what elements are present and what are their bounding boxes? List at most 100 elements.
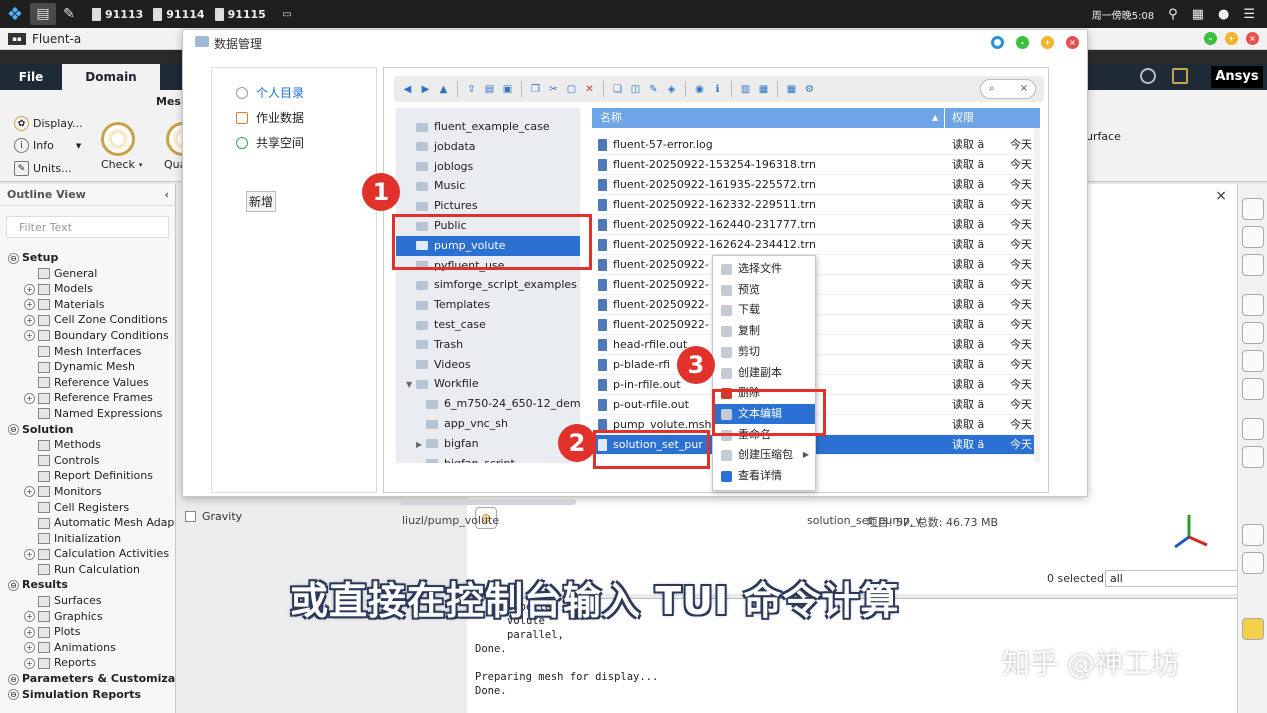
editor-icon[interactable]: ✎ <box>56 3 82 25</box>
surface-button[interactable]: urface <box>1086 130 1121 143</box>
user-icon[interactable]: ● <box>1218 7 1229 22</box>
sort-icon[interactable]: ▲ <box>932 108 938 128</box>
outline-item[interactable]: Controls <box>0 453 176 469</box>
folder-item[interactable]: 6_m750-24_650-12_dem <box>396 394 580 414</box>
column-name[interactable]: 名称 <box>600 108 622 128</box>
outline-item[interactable]: Mesh Interfaces <box>0 344 176 360</box>
copy-view-icon[interactable] <box>1242 524 1264 546</box>
context-menu-item[interactable]: 查看详情 <box>713 466 815 487</box>
outline-section[interactable]: ⊖ Parameters & Customiza <box>0 671 176 687</box>
expand-icon[interactable]: + <box>24 626 35 638</box>
check-button[interactable]: Check ▾ <box>101 158 142 171</box>
expand-icon[interactable]: + <box>24 299 35 311</box>
close-icon[interactable]: × <box>1215 188 1227 204</box>
folder-item[interactable]: app_vnc_sh <box>396 414 580 434</box>
warning-icon[interactable] <box>1242 618 1264 640</box>
outline-section[interactable]: ⊖ Setup <box>0 250 176 266</box>
tab-file[interactable]: File <box>0 64 62 90</box>
select-icon[interactable] <box>1242 350 1264 372</box>
outline-section[interactable]: ⊖ Solution <box>0 422 176 438</box>
outline-item[interactable]: Automatic Mesh Adap <box>0 515 176 531</box>
outline-item[interactable]: Initialization <box>0 531 176 547</box>
outline-item[interactable]: Surfaces <box>0 593 176 609</box>
grid-view-icon[interactable]: ▦ <box>784 82 799 97</box>
file-row[interactable]: fluent-20250922-162332-229511.trn 读取 ä 今天 <box>592 195 1040 215</box>
folder-item[interactable]: jobdata <box>396 137 580 157</box>
outline-item[interactable]: + Reports <box>0 655 176 671</box>
close-button[interactable]: × <box>1246 32 1259 45</box>
outline-item[interactable]: Dynamic Mesh <box>0 359 176 375</box>
outline-item[interactable]: Named Expressions <box>0 406 176 422</box>
apps-grid-icon[interactable]: ▦ <box>1192 7 1204 22</box>
folder-item[interactable]: Pictures <box>396 196 580 216</box>
outline-filter-input[interactable]: Filter Text <box>6 216 169 238</box>
collapse-icon[interactable]: ⊖ <box>8 673 19 685</box>
folder-item[interactable]: test_case <box>396 315 580 335</box>
file-row[interactable]: fluent-20250922- 读取 ä 今天 <box>592 295 1040 315</box>
folder-item[interactable]: joblogs <box>396 157 580 177</box>
up-icon[interactable]: ▲ <box>436 82 451 97</box>
collapse-icon[interactable]: ⊖ <box>8 579 19 591</box>
nav-shared[interactable]: 共享空间 <box>236 134 304 151</box>
file-list-scrollbar[interactable] <box>1034 128 1040 463</box>
minimize-button[interactable]: – <box>1204 32 1217 45</box>
folder-item[interactable]: Videos <box>396 355 580 375</box>
outline-item[interactable]: + Boundary Conditions <box>0 328 176 344</box>
collapse-icon[interactable]: ⊖ <box>8 252 19 264</box>
outline-item[interactable]: + Calculation Activities <box>0 546 176 562</box>
context-menu-item[interactable]: 选择文件 <box>713 259 815 280</box>
expand-icon[interactable]: + <box>24 314 35 326</box>
file-row[interactable]: fluent-20250922- 读取 ä 今天 <box>592 275 1040 295</box>
nav-jobs[interactable]: 作业数据 <box>236 109 304 126</box>
folder-item[interactable]: fluent_example_case <box>396 117 580 137</box>
new-file-icon[interactable]: ▤ <box>482 82 497 97</box>
selection-filter-select[interactable]: all▼ <box>1105 570 1253 587</box>
folder-item[interactable]: bigfan_script <box>396 454 580 463</box>
outline-item[interactable]: + Materials <box>0 297 176 313</box>
upload-icon[interactable]: ⇪ <box>464 82 479 97</box>
outline-item[interactable]: + Plots <box>0 624 176 640</box>
gravity-option[interactable]: Gravity <box>185 510 242 523</box>
outline-section[interactable]: ⊖ Simulation Reports <box>0 687 176 703</box>
undo-icon[interactable] <box>1242 378 1264 400</box>
expand-icon[interactable]: + <box>24 392 35 404</box>
file-row[interactable]: fluent-57-error.log 读取 ä 今天 <box>592 135 1040 155</box>
dialog-minimize-button[interactable]: – <box>1016 36 1029 49</box>
extract-icon[interactable]: ▥ <box>738 82 753 97</box>
context-menu-item[interactable]: 下载 <box>713 300 815 321</box>
tab-domain[interactable]: Domain <box>62 64 160 90</box>
outline-item[interactable]: Report Definitions <box>0 468 176 484</box>
outline-item[interactable]: + Graphics <box>0 609 176 625</box>
outline-item[interactable]: General <box>0 266 176 282</box>
dialog-maximize-button[interactable]: + <box>1041 36 1054 49</box>
file-row[interactable]: head-rfile.out 读取 ä 今天 <box>592 335 1040 355</box>
eye-icon[interactable] <box>1242 294 1264 316</box>
menu-icon[interactable]: ☰ <box>1243 7 1255 22</box>
context-menu-item[interactable]: 剪切 <box>713 342 815 363</box>
dialog-close-button[interactable]: × <box>1066 36 1079 49</box>
expand-icon[interactable]: + <box>24 486 35 498</box>
outline-item[interactable]: Reference Values <box>0 375 176 391</box>
network-icon[interactable]: ⚲ <box>1168 7 1178 22</box>
file-row[interactable]: fluent-20250922-162624-234412.trn 读取 ä 今天 <box>592 235 1040 255</box>
file-row[interactable]: fluent-20250922-153254-196318.trn 读取 ä 今天 <box>592 155 1040 175</box>
task-91115[interactable]: 91115 <box>214 7 266 21</box>
cut-icon[interactable]: ✂ <box>546 82 561 97</box>
terminal-icon[interactable]: ▭ <box>274 3 300 25</box>
rotate-icon[interactable] <box>1242 226 1264 248</box>
expand-icon[interactable]: + <box>24 642 35 654</box>
files-icon[interactable]: ▤ <box>30 3 56 25</box>
folder-item[interactable]: Music <box>396 176 580 196</box>
outline-item[interactable]: + Monitors <box>0 484 176 500</box>
outline-item[interactable]: + Animations <box>0 640 176 656</box>
forward-icon[interactable]: ▶ <box>418 82 433 97</box>
help-icon[interactable] <box>1140 68 1156 84</box>
toggle-icon[interactable] <box>1242 446 1264 468</box>
save-icon[interactable]: ▣ <box>500 82 515 97</box>
outline-item[interactable]: Cell Registers <box>0 500 176 516</box>
launcher-icon[interactable]: ❖ <box>0 0 30 28</box>
duplicate-icon[interactable]: ❏ <box>610 82 625 97</box>
column-perm[interactable]: 权限 <box>952 108 974 128</box>
outline-item[interactable]: + Reference Frames <box>0 390 176 406</box>
outline-item[interactable]: Methods <box>0 437 176 453</box>
